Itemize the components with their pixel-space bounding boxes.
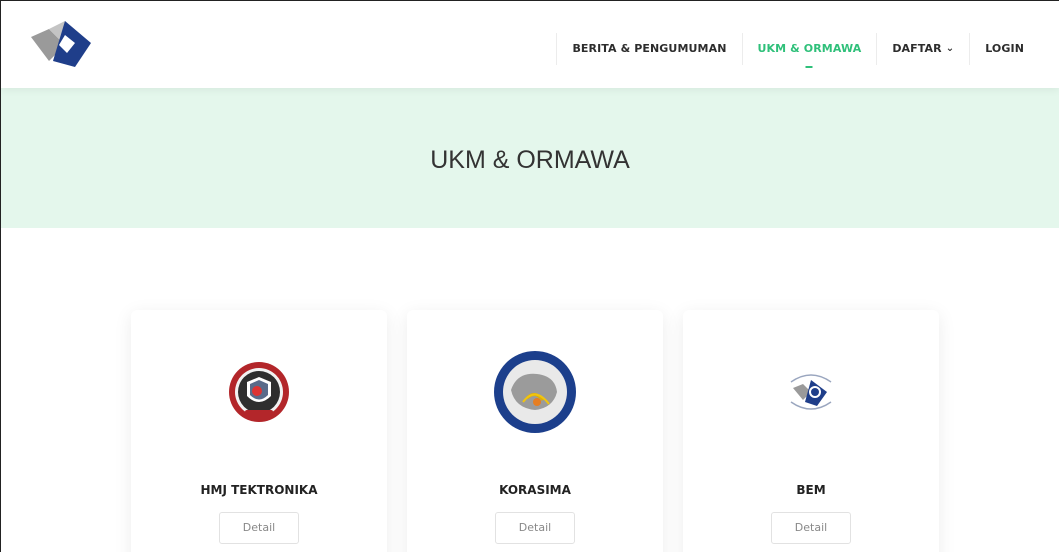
bem-emblem-icon	[790, 374, 832, 410]
nav-label: UKM & ORMAWA	[757, 42, 862, 55]
top-navbar: BERITA & PENGUMUMAN UKM & ORMAWA DAFTAR ⌄…	[1, 1, 1059, 88]
nav-berita-pengumuman[interactable]: BERITA & PENGUMUMAN	[556, 33, 741, 65]
page-banner: UKM & ORMAWA	[1, 88, 1059, 228]
detail-button[interactable]: Detail	[219, 512, 299, 544]
detail-button[interactable]: Detail	[771, 512, 851, 544]
organization-cards: HMJ TEKTRONIKA Detail KORASIMA Detail BE…	[1, 310, 1059, 552]
nav-ukm-ormawa[interactable]: UKM & ORMAWA	[741, 33, 877, 65]
page: BERITA & PENGUMUMAN UKM & ORMAWA DAFTAR ⌄…	[0, 0, 1059, 552]
campus-logo-icon[interactable]	[31, 21, 93, 67]
korasima-emblem-icon	[494, 351, 576, 433]
nav-label: BERITA & PENGUMUMAN	[572, 42, 727, 55]
main-nav: BERITA & PENGUMUMAN UKM & ORMAWA DAFTAR ⌄…	[556, 33, 1039, 65]
chevron-down-icon: ⌄	[945, 43, 955, 54]
nav-label: LOGIN	[985, 42, 1024, 55]
org-name: HMJ TEKTRONIKA	[200, 483, 318, 497]
org-card-hmj-tektronika: HMJ TEKTRONIKA Detail	[131, 310, 387, 552]
nav-label: DAFTAR	[892, 42, 942, 55]
nav-daftar[interactable]: DAFTAR ⌄	[876, 33, 969, 65]
org-card-bem: BEM Detail	[683, 310, 939, 552]
page-title: UKM & ORMAWA	[430, 146, 630, 174]
detail-button[interactable]: Detail	[495, 512, 575, 544]
org-card-korasima: KORASIMA Detail	[407, 310, 663, 552]
org-name: KORASIMA	[499, 483, 571, 497]
nav-login[interactable]: LOGIN	[969, 33, 1039, 65]
hmj-tektronika-emblem-icon	[229, 362, 289, 422]
org-name: BEM	[796, 483, 826, 497]
